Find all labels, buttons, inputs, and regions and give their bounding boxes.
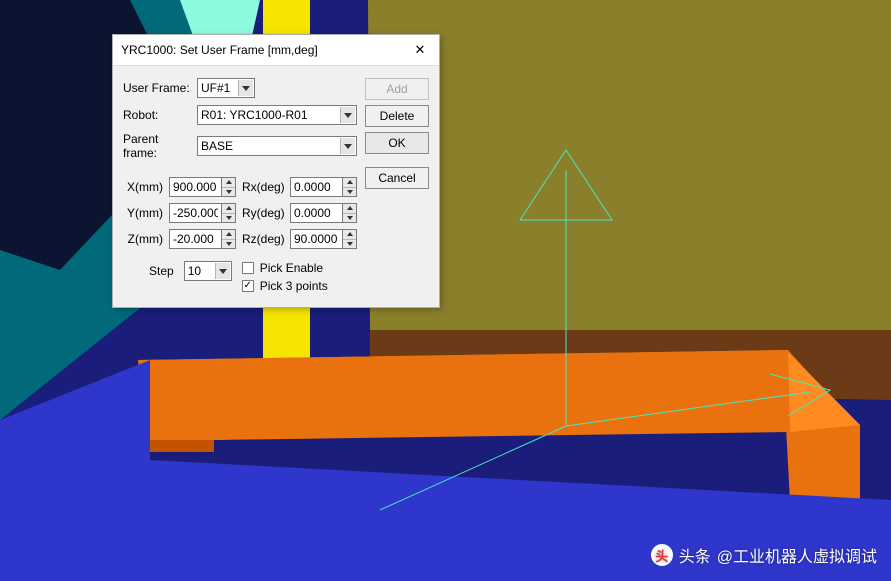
titlebar[interactable]: YRC1000: Set User Frame [mm,deg] ✕ bbox=[113, 35, 439, 66]
chevron-down-icon bbox=[340, 107, 355, 123]
spin-rz[interactable] bbox=[290, 229, 357, 249]
cancel-button[interactable]: Cancel bbox=[365, 167, 429, 189]
chevron-up-icon[interactable] bbox=[343, 204, 356, 214]
select-parent-frame[interactable]: BASE bbox=[197, 136, 357, 156]
delete-button[interactable]: Delete bbox=[365, 105, 429, 127]
chevron-up-icon[interactable] bbox=[343, 178, 356, 188]
label-ry: Ry(deg) bbox=[240, 206, 286, 220]
label-rx: Rx(deg) bbox=[240, 180, 286, 194]
label-step: Step bbox=[123, 264, 178, 278]
chevron-down-icon[interactable] bbox=[343, 240, 356, 249]
checkbox-pick-enable[interactable]: Pick Enable bbox=[242, 261, 357, 275]
chevron-down-icon[interactable] bbox=[222, 214, 235, 223]
input-x[interactable] bbox=[169, 177, 221, 197]
label-z: Z(mm) bbox=[123, 232, 165, 246]
select-user-frame[interactable]: UF#1 bbox=[197, 78, 255, 98]
chevron-down-icon bbox=[340, 138, 355, 154]
input-rz[interactable] bbox=[290, 229, 342, 249]
chevron-down-icon[interactable] bbox=[222, 188, 235, 197]
dialog-set-user-frame: YRC1000: Set User Frame [mm,deg] ✕ User … bbox=[112, 34, 440, 308]
label-robot: Robot: bbox=[123, 108, 193, 122]
input-ry[interactable] bbox=[290, 203, 342, 223]
chevron-up-icon[interactable] bbox=[222, 204, 235, 214]
watermark-logo-icon: 头 bbox=[651, 544, 673, 566]
spin-ry[interactable] bbox=[290, 203, 357, 223]
watermark-user: @工业机器人虚拟调试 bbox=[717, 543, 877, 567]
select-robot[interactable]: R01: YRC1000-R01 bbox=[197, 105, 357, 125]
chevron-up-icon[interactable] bbox=[343, 230, 356, 240]
label-x: X(mm) bbox=[123, 180, 165, 194]
input-rx[interactable] bbox=[290, 177, 342, 197]
chevron-up-icon[interactable] bbox=[222, 178, 235, 188]
chevron-down-icon[interactable] bbox=[222, 240, 235, 249]
label-user-frame: User Frame: bbox=[123, 81, 193, 95]
checkbox-box bbox=[242, 262, 254, 274]
checkbox-pick-3-points[interactable]: ✓ Pick 3 points bbox=[242, 279, 357, 293]
label-rz: Rz(deg) bbox=[240, 232, 286, 246]
chevron-down-icon bbox=[238, 80, 253, 96]
chevron-down-icon[interactable] bbox=[343, 214, 356, 223]
input-z[interactable] bbox=[169, 229, 221, 249]
select-step[interactable]: 10 bbox=[184, 261, 232, 281]
chevron-down-icon bbox=[215, 263, 230, 279]
spin-z[interactable] bbox=[169, 229, 236, 249]
label-parent-frame: Parent frame: bbox=[123, 132, 193, 160]
watermark-prefix: 头条 bbox=[679, 543, 711, 567]
close-icon[interactable]: ✕ bbox=[409, 41, 431, 59]
checkbox-box: ✓ bbox=[242, 280, 254, 292]
ok-button[interactable]: OK bbox=[365, 132, 429, 154]
spin-y[interactable] bbox=[169, 203, 236, 223]
label-y: Y(mm) bbox=[123, 206, 165, 220]
spin-rx[interactable] bbox=[290, 177, 357, 197]
chevron-down-icon[interactable] bbox=[343, 188, 356, 197]
spin-x[interactable] bbox=[169, 177, 236, 197]
add-button[interactable]: Add bbox=[365, 78, 429, 100]
chevron-up-icon[interactable] bbox=[222, 230, 235, 240]
input-y[interactable] bbox=[169, 203, 221, 223]
dialog-title: YRC1000: Set User Frame [mm,deg] bbox=[121, 43, 318, 57]
watermark: 头 头条 @工业机器人虚拟调试 bbox=[651, 543, 877, 567]
